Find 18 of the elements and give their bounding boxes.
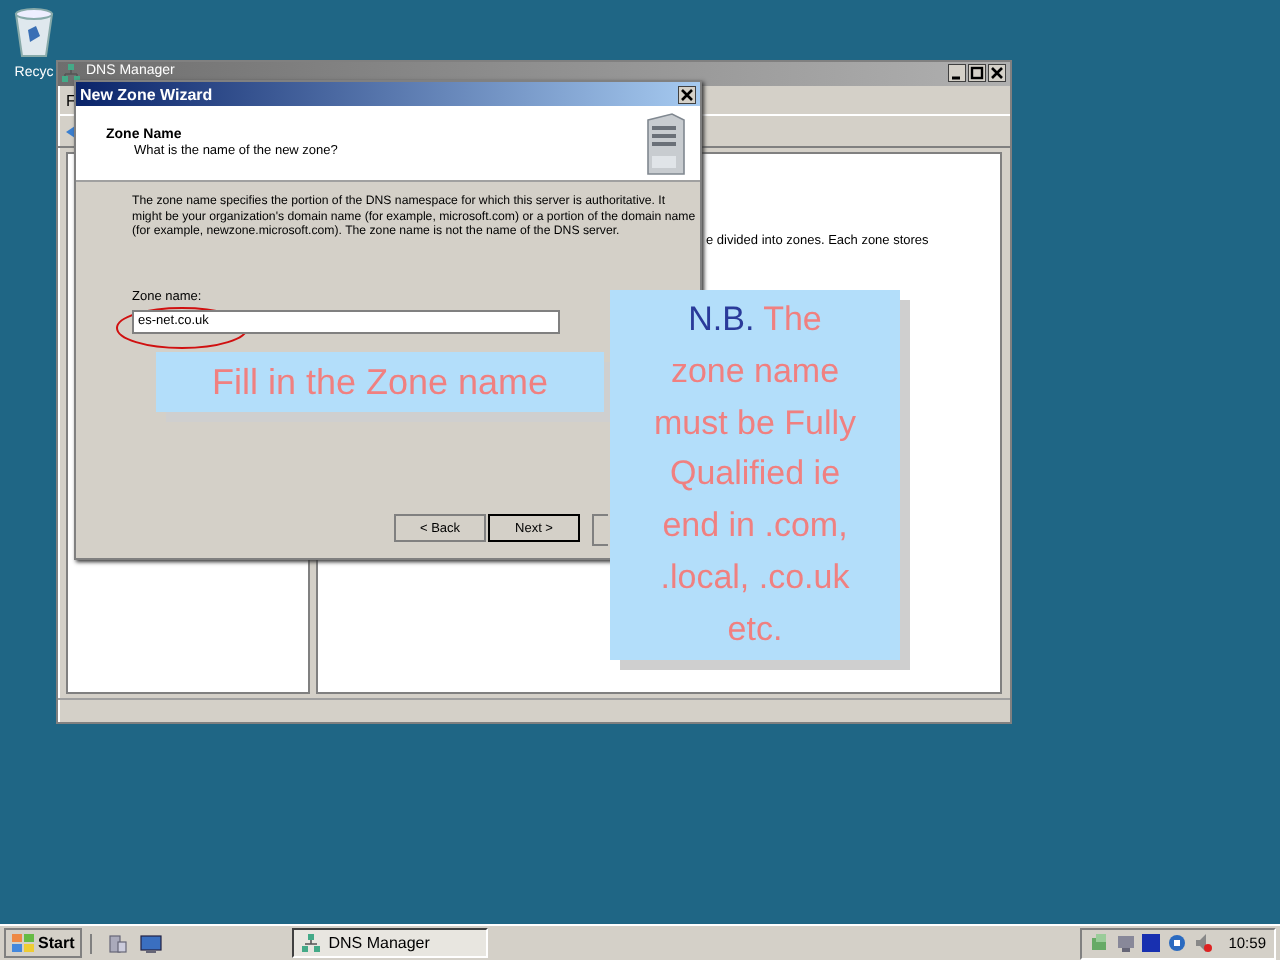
callout-note: N.B. The zone name must be Fully Qualified ie end in .com, .local, .co.uk etc. (610, 290, 900, 660)
highlight-ellipse (114, 306, 250, 350)
dialog-title: New Zone Wizard (80, 85, 215, 103)
server-icon (644, 111, 688, 175)
recycle-bin-icon (12, 6, 56, 58)
callout-label: Fill in the Zone name (156, 352, 604, 412)
speaker-icon[interactable] (1194, 934, 1213, 952)
desktop-icon[interactable] (140, 933, 163, 953)
tree-icon (62, 64, 80, 82)
wizard-button[interactable] (592, 514, 608, 546)
server-manager-icon[interactable] (108, 933, 129, 953)
windows-logo-icon (12, 933, 34, 953)
display-icon[interactable] (1116, 934, 1135, 952)
close-icon[interactable] (678, 85, 696, 103)
start-button[interactable]: Start (4, 928, 83, 958)
tree-icon (302, 934, 321, 952)
shield-icon[interactable] (1168, 934, 1187, 952)
taskbar-button[interactable]: DNS Manager (292, 928, 489, 958)
